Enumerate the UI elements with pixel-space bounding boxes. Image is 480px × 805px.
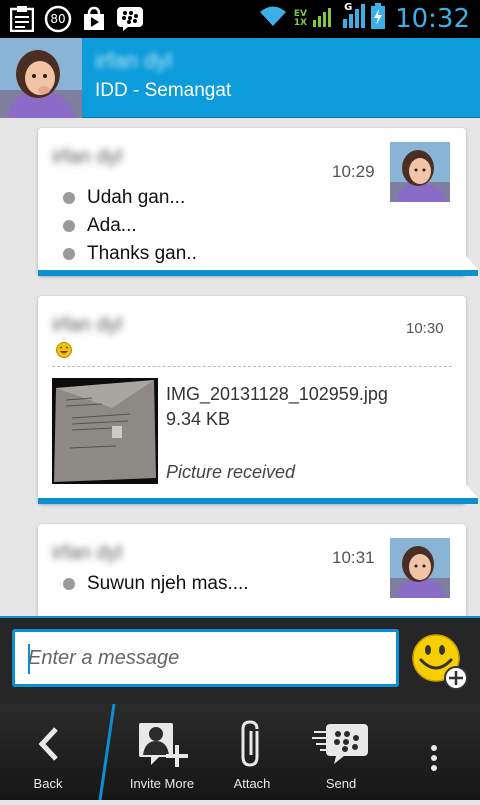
composer-divider (0, 616, 480, 618)
bullet-icon (63, 248, 75, 260)
invite-more-label: Invite More (129, 776, 195, 791)
action-bar: Back Invite More Attach Send (0, 703, 480, 801)
conversation[interactable]: irfan dyl 10:29 Udah gan... Ada... Thank… (0, 118, 480, 616)
bullet-icon (63, 192, 75, 204)
attachment-divider (52, 366, 452, 367)
back-button[interactable]: Back (0, 704, 96, 800)
chat-header[interactable]: irfan dyl IDD - Semangat (0, 38, 480, 118)
paperclip-icon (237, 720, 267, 768)
signal-icon (313, 4, 337, 33)
add-contact-icon (133, 720, 191, 768)
message-bubble[interactable]: irfan dyl 10:30 IMG_20131128_102959.jpg … (38, 296, 478, 504)
message-list: Udah gan... Ada... Thanks gan.. (63, 184, 197, 268)
emoticon-picker-button[interactable] (410, 632, 470, 692)
invite-more-button[interactable]: Invite More (118, 704, 206, 800)
send-button[interactable]: Send (298, 704, 384, 800)
attachment-file-size: 9.34 KB (166, 409, 231, 429)
message-text: Ada... (87, 215, 137, 236)
data-type-label: G (344, 2, 353, 13)
clipboard-icon (8, 5, 36, 33)
overflow-menu-button[interactable] (412, 704, 456, 800)
attachment-file-name[interactable]: IMG_20131128_102959.jpg (166, 384, 388, 405)
message-list: Suwun njeh mas.... (63, 570, 249, 598)
status-bar: 80 EV 1X G 10:32 (0, 0, 480, 38)
attach-button[interactable]: Attach (210, 704, 294, 800)
message-text: Udah gan... (87, 187, 186, 208)
contact-avatar[interactable] (0, 38, 82, 118)
battery-charging-icon (371, 3, 386, 34)
bubble-tail (466, 484, 478, 498)
bullet-icon (63, 578, 75, 590)
message-time: 10:30 (406, 320, 444, 337)
message-text: Suwun njeh mas.... (87, 573, 249, 594)
contact-name: irfan dyl (95, 48, 173, 73)
attach-label: Attach (233, 776, 271, 791)
message-time: 10:29 (332, 162, 375, 181)
bubble-accent (38, 498, 478, 504)
bubble-tail (466, 256, 478, 270)
message-item: Ada... (63, 212, 197, 240)
message-sender: irfan dyl (52, 146, 123, 168)
wifi-icon (258, 4, 288, 33)
sender-avatar (390, 538, 450, 598)
send-bbm-icon (312, 720, 370, 768)
message-sender: irfan dyl (52, 542, 123, 564)
network-type: EV 1X (293, 9, 308, 28)
send-label: Send (325, 776, 357, 791)
back-arrow-icon (36, 720, 60, 768)
message-bubble[interactable]: irfan dyl 10:31 Suwun njeh mas.... (38, 524, 466, 616)
clock: 10:32 (395, 3, 470, 34)
text-caret (28, 644, 30, 674)
bubble-accent (38, 270, 478, 276)
message-item: Udah gan... (63, 184, 197, 212)
network-label-bottom: 1X (293, 17, 308, 28)
message-sender: irfan dyl (52, 314, 123, 336)
data-signal-icon: G (343, 2, 366, 33)
contact-status-message: IDD - Semangat (95, 80, 232, 101)
bullet-icon (63, 220, 75, 232)
attachment-thumbnail[interactable] (52, 378, 158, 484)
notification-count-icon: 80 (44, 5, 72, 33)
notification-count: 80 (50, 12, 66, 26)
message-bubble[interactable]: irfan dyl 10:29 Udah gan... Ada... Thank… (38, 128, 478, 276)
message-item: Suwun njeh mas.... (63, 570, 249, 598)
play-store-icon (80, 5, 108, 33)
back-divider (96, 703, 116, 801)
message-composer (0, 616, 480, 704)
blackberry-icon (116, 5, 144, 33)
sender-avatar (390, 142, 450, 202)
attachment-status: Picture received (166, 462, 296, 482)
laughing-emoticon-icon (56, 342, 72, 363)
more-icon (430, 734, 438, 782)
back-label: Back (33, 776, 63, 791)
message-item: Thanks gan.. (63, 240, 197, 268)
message-input[interactable] (12, 629, 399, 687)
message-text: Thanks gan.. (87, 243, 197, 264)
message-time: 10:31 (332, 548, 375, 567)
